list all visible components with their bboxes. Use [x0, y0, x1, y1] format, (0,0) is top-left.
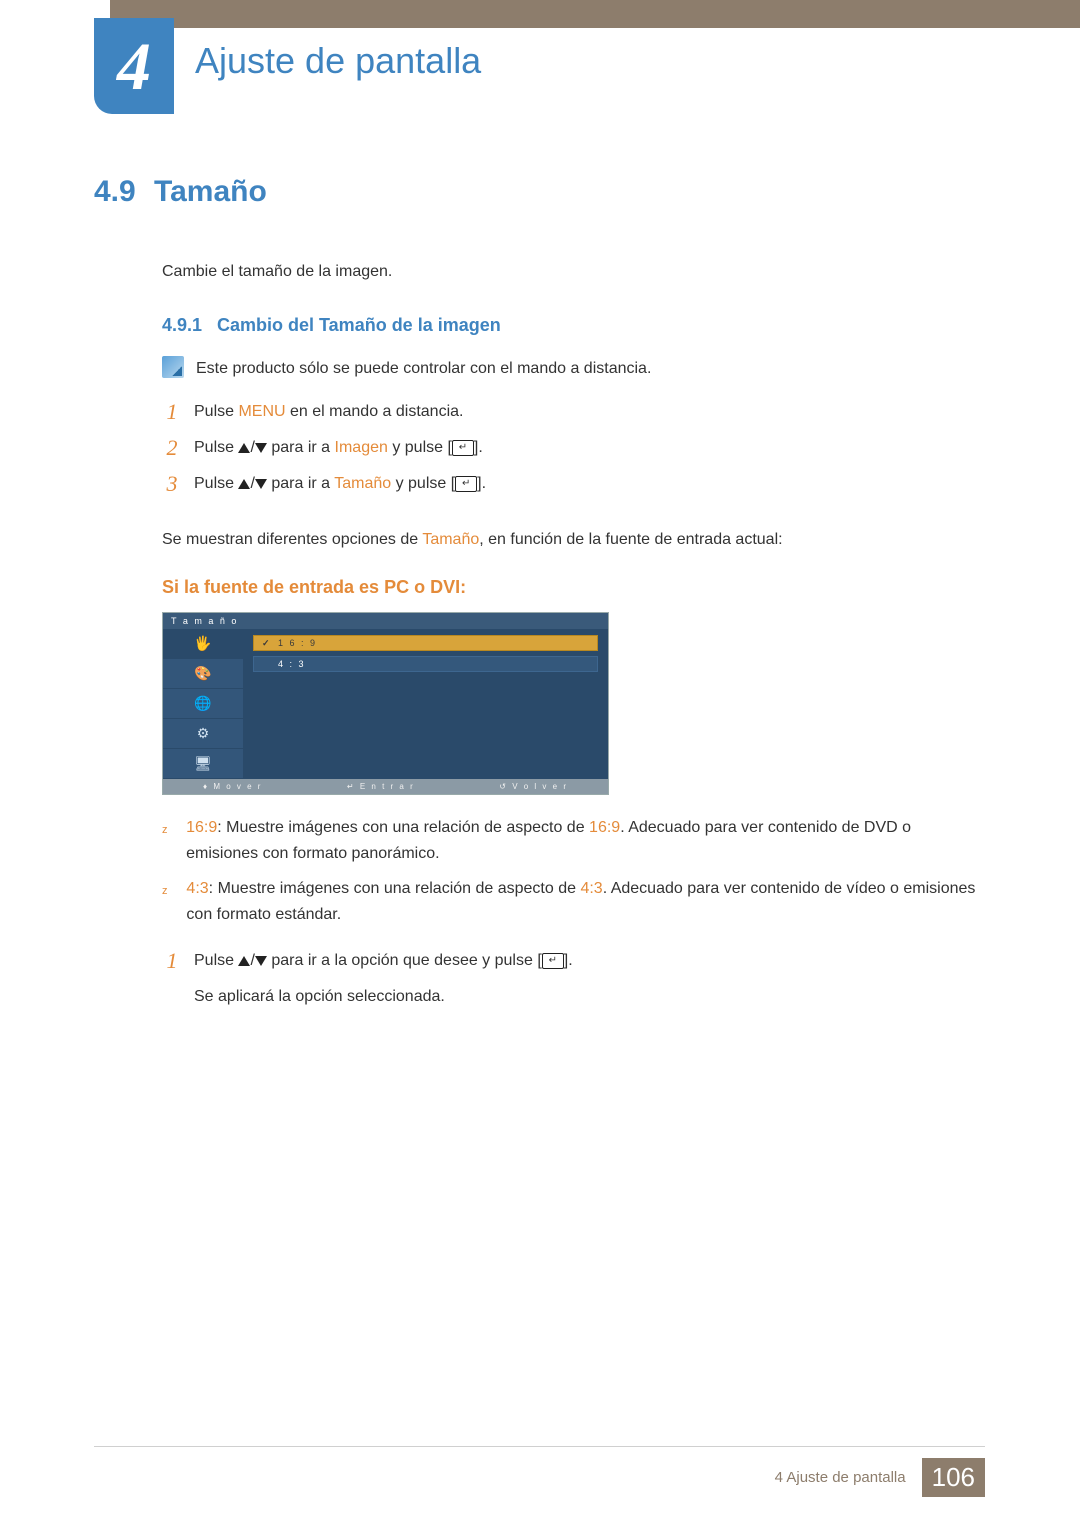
section-title: Tamaño	[154, 175, 267, 208]
down-arrow-icon	[255, 443, 267, 453]
bullet-text: 4:3: Muestre imágenes con una relación d…	[186, 876, 985, 929]
chapter-title: Ajuste de pantalla	[195, 40, 481, 82]
osd-side-picture-icon: 🖐	[163, 629, 243, 659]
osd-side-globe-icon: 🌐	[163, 689, 243, 719]
bullet-4-3: z 4:3: Muestre imágenes con una relación…	[162, 876, 985, 929]
up-arrow-icon	[238, 956, 250, 966]
check-icon: ✓	[262, 638, 272, 648]
osd-screenshot: T a m a ñ o 🖐 🎨 🌐 ⚙ 🖥 ✓1 6 : 9 4 : 3 ♦ M…	[162, 612, 609, 795]
bullet-list: z 16:9: Muestre imágenes con una relació…	[162, 815, 985, 929]
subsection-number: 4.9.1	[162, 315, 217, 336]
step-number: 3	[162, 471, 182, 497]
osd-side-gear-icon: ⚙	[163, 719, 243, 749]
up-arrow-icon	[238, 479, 250, 489]
page-rule	[94, 1446, 985, 1447]
section-number: 4.9	[94, 175, 154, 209]
bullet-icon: z	[162, 876, 170, 929]
subsection-title: Cambio del Tamaño de la imagen	[217, 315, 501, 335]
final-note: Se aplicará la opción seleccionada.	[194, 984, 985, 1010]
down-arrow-icon	[255, 956, 267, 966]
step-text: Pulse / para ir a la opción que desee y …	[194, 952, 573, 970]
enter-icon: ↵	[455, 476, 477, 492]
step-number: 1	[162, 948, 182, 974]
step-3: 3 Pulse / para ir a Tamaño y pulse [↵].	[162, 471, 985, 497]
osd-side-color-icon: 🎨	[163, 659, 243, 689]
step-list: 1 Pulse MENU en el mando a distancia. 2 …	[162, 399, 985, 497]
osd-foot-move: ♦ M o v e r	[203, 782, 262, 791]
bullet-icon: z	[162, 815, 170, 868]
osd-foot-return: ↺ V o l v e r	[499, 782, 568, 791]
down-arrow-icon	[255, 479, 267, 489]
chapter-number: 4	[117, 27, 151, 106]
osd-title: T a m a ñ o	[163, 613, 608, 629]
section-intro: Cambie el tamaño de la imagen.	[162, 259, 985, 285]
step-number: 2	[162, 435, 182, 461]
subsection-heading: 4.9.1Cambio del Tamaño de la imagen	[162, 315, 985, 336]
step-number: 1	[162, 399, 182, 425]
enter-icon: ↵	[542, 953, 564, 969]
footer-text: 4 Ajuste de pantalla	[775, 1469, 906, 1486]
step-2: 2 Pulse / para ir a Imagen y pulse [↵].	[162, 435, 985, 461]
step-text: Pulse / para ir a Tamaño y pulse [↵].	[194, 475, 486, 493]
note-text: Este producto sólo se puede controlar co…	[196, 356, 651, 382]
step-1: 1 Pulse MENU en el mando a distancia.	[162, 399, 985, 425]
section-heading: 4.9Tamaño	[94, 175, 985, 209]
final-step-list: 1 Pulse / para ir a la opción que desee …	[162, 948, 985, 1010]
osd-main: ✓1 6 : 9 4 : 3	[243, 629, 608, 779]
final-step-1: 1 Pulse / para ir a la opción que desee …	[162, 948, 985, 974]
enter-icon: ↵	[452, 440, 474, 456]
footer: 4 Ajuste de pantalla 106	[775, 1458, 985, 1497]
after-steps: Se muestran diferentes opciones de Tamañ…	[162, 527, 985, 553]
osd-side-screen-icon: 🖥	[163, 749, 243, 779]
bullet-text: 16:9: Muestre imágenes con una relación …	[186, 815, 985, 868]
note-icon	[162, 356, 184, 378]
osd-body: 🖐 🎨 🌐 ⚙ 🖥 ✓1 6 : 9 4 : 3	[163, 629, 608, 779]
osd-footer: ♦ M o v e r ↵ E n t r a r ↺ V o l v e r	[163, 779, 608, 794]
step-text: Pulse / para ir a Imagen y pulse [↵].	[194, 439, 483, 457]
osd-option-16-9: ✓1 6 : 9	[253, 635, 598, 651]
osd-sidebar: 🖐 🎨 🌐 ⚙ 🖥	[163, 629, 243, 779]
chapter-badge: 4	[94, 18, 174, 114]
osd-option-4-3: 4 : 3	[253, 656, 598, 672]
note-row: Este producto sólo se puede controlar co…	[162, 356, 985, 382]
top-bar	[110, 0, 1080, 28]
page-number: 106	[922, 1458, 985, 1497]
step-text: Pulse MENU en el mando a distancia.	[194, 403, 463, 421]
osd-foot-enter: ↵ E n t r a r	[347, 782, 415, 791]
content: 4.9Tamaño Cambie el tamaño de la imagen.…	[94, 175, 985, 1040]
source-heading: Si la fuente de entrada es PC o DVI:	[162, 577, 985, 598]
bullet-16-9: z 16:9: Muestre imágenes con una relació…	[162, 815, 985, 868]
up-arrow-icon	[238, 443, 250, 453]
